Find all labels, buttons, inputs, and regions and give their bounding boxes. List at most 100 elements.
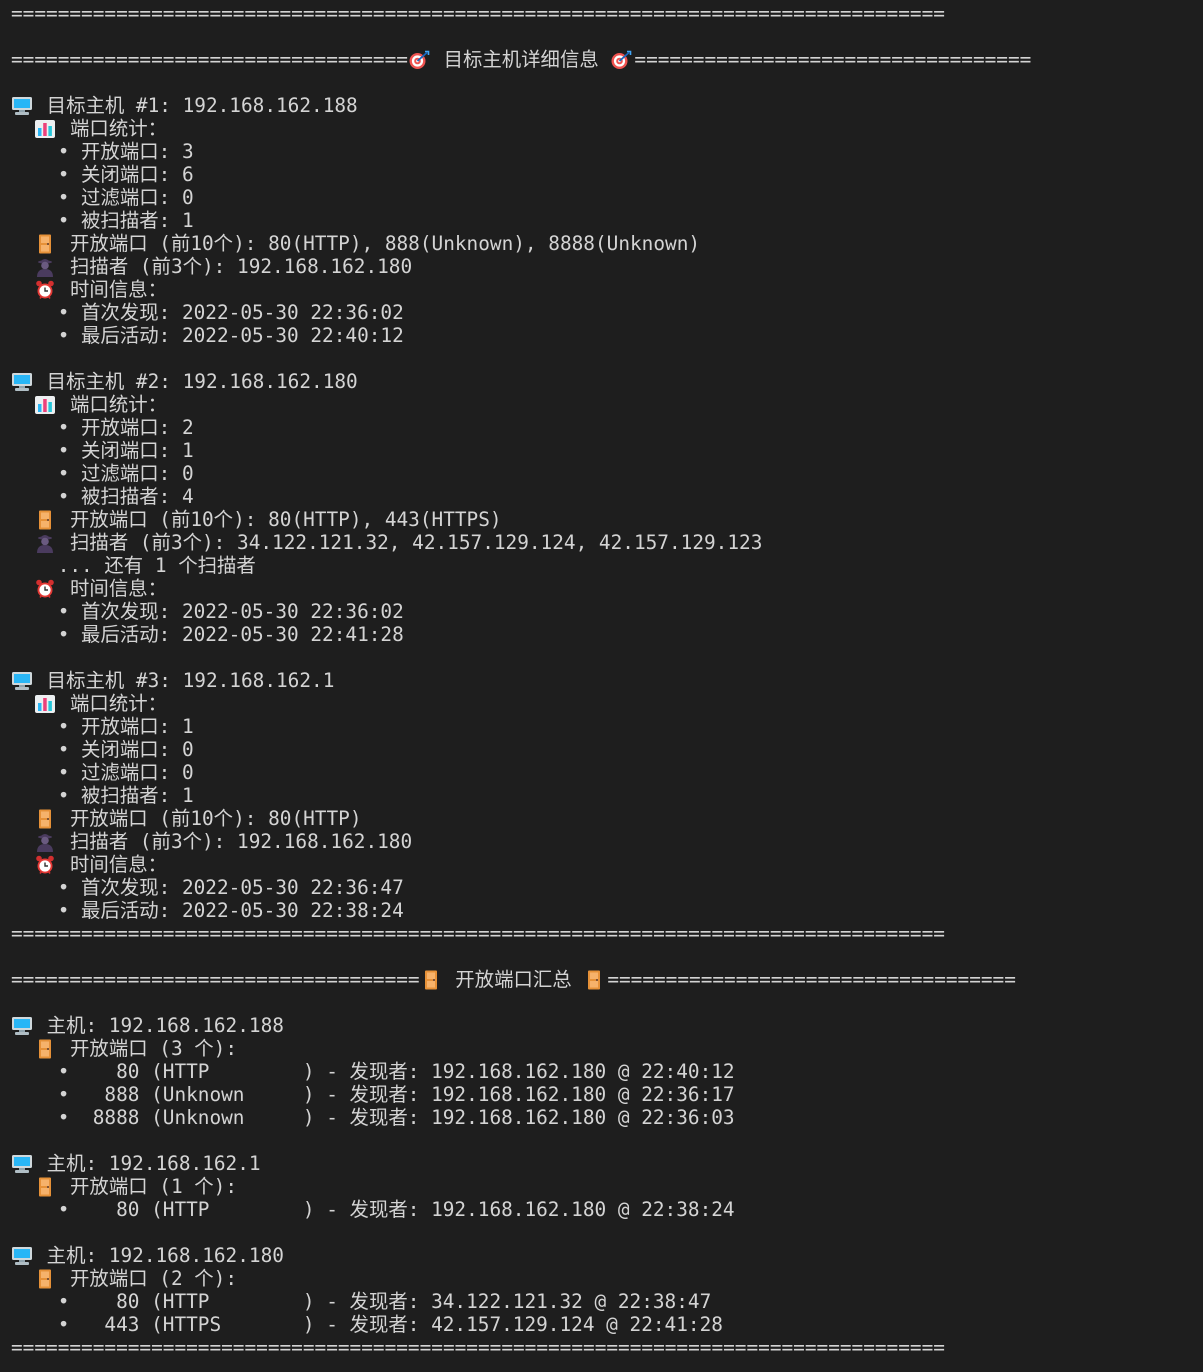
terminal-line: 端口统计： [11, 692, 1191, 715]
line-text: 扫描者 (前3个): 192.168.162.180 [58, 255, 413, 278]
computer-icon [11, 1246, 35, 1266]
line-text: 开放端口 (3 个): [58, 1037, 238, 1060]
line-text: 时间信息： [58, 577, 167, 600]
terminal-line: 开放端口 (2 个): [11, 1267, 1191, 1290]
door-icon [34, 1177, 58, 1197]
terminal-line: 目标主机 #1: 192.168.162.188 [11, 94, 1191, 117]
bar-chart-icon [34, 119, 58, 139]
door-icon [34, 1269, 58, 1289]
line-text: • 8888 (Unknown ) - 发现者: 192.168.162.180… [11, 1106, 735, 1129]
line-text: • 开放端口: 2 [11, 416, 194, 439]
line-text: • 80 (HTTP ) - 发现者: 34.122.121.32 @ 22:3… [11, 1290, 712, 1313]
terminal-line: • 关闭端口: 6 [11, 163, 1191, 186]
line-text: • 被扫描者: 1 [11, 209, 194, 232]
line-text [11, 531, 34, 554]
terminal-line: • 80 (HTTP ) - 发现者: 34.122.121.32 @ 22:3… [11, 1290, 1191, 1313]
terminal-line: • 首次发现: 2022-05-30 22:36:02 [11, 301, 1191, 324]
terminal-line: • 888 (Unknown ) - 发现者: 192.168.162.180 … [11, 1083, 1191, 1106]
line-text: 端口统计： [58, 393, 167, 416]
target-icon [408, 50, 432, 70]
terminal-line: • 被扫描者: 1 [11, 209, 1191, 232]
line-text [11, 278, 34, 301]
terminal-line: ========================================… [11, 922, 1191, 945]
line-text [11, 393, 34, 416]
terminal-line: 时间信息： [11, 577, 1191, 600]
alarm-clock-icon [34, 579, 58, 599]
line-text: 开放端口 (1 个): [58, 1175, 238, 1198]
line-text [11, 117, 34, 140]
line-text: • 过滤端口: 0 [11, 186, 194, 209]
terminal-line: 扫描者 (前3个): 34.122.121.32, 42.157.129.124… [11, 531, 1191, 554]
line-text: 主机: 192.168.162.188 [35, 1014, 284, 1037]
terminal-line: 主机: 192.168.162.1 [11, 1152, 1191, 1175]
terminal-output: ========================================… [11, 2, 1191, 1359]
line-text: 开放端口 (2 个): [58, 1267, 238, 1290]
computer-icon [11, 1154, 35, 1174]
line-text [11, 1175, 34, 1198]
terminal-line: • 过滤端口: 0 [11, 462, 1191, 485]
line-text [11, 1037, 34, 1060]
line-text: • 最后活动: 2022-05-30 22:38:24 [11, 899, 404, 922]
terminal-line: • 关闭端口: 1 [11, 439, 1191, 462]
line-text: ================================== [11, 48, 408, 71]
bar-chart-icon [34, 694, 58, 714]
spy-icon [34, 832, 58, 852]
line-text: 扫描者 (前3个): 34.122.121.32, 42.157.129.124… [58, 531, 763, 554]
line-text: 时间信息： [58, 278, 167, 301]
line-text: • 首次发现: 2022-05-30 22:36:02 [11, 600, 404, 623]
terminal-line: • 过滤端口: 0 [11, 761, 1191, 784]
terminal-line: • 开放端口: 3 [11, 140, 1191, 163]
terminal-line: 端口统计： [11, 393, 1191, 416]
door-icon [34, 234, 58, 254]
line-text: 端口统计： [58, 117, 167, 140]
line-text: • 被扫描者: 1 [11, 784, 194, 807]
line-text [11, 692, 34, 715]
terminal-line: 开放端口 (3 个): [11, 1037, 1191, 1060]
terminal-line: ========================================… [11, 1336, 1191, 1359]
line-text: 目标主机 #2: 192.168.162.180 [35, 370, 358, 393]
line-text [11, 853, 34, 876]
line-text: 时间信息： [58, 853, 167, 876]
computer-icon [11, 372, 35, 392]
spy-icon [34, 257, 58, 277]
terminal-line: • 80 (HTTP ) - 发现者: 192.168.162.180 @ 22… [11, 1060, 1191, 1083]
line-text: • 首次发现: 2022-05-30 22:36:47 [11, 876, 404, 899]
terminal-line: • 80 (HTTP ) - 发现者: 192.168.162.180 @ 22… [11, 1198, 1191, 1221]
terminal-line: 扫描者 (前3个): 192.168.162.180 [11, 255, 1191, 278]
line-text: • 关闭端口: 0 [11, 738, 194, 761]
alarm-clock-icon [34, 855, 58, 875]
line-text [11, 830, 34, 853]
alarm-clock-icon [34, 280, 58, 300]
terminal-line: 目标主机 #3: 192.168.162.1 [11, 669, 1191, 692]
terminal-line: 时间信息： [11, 853, 1191, 876]
terminal-line: =================================== 开放端口… [11, 968, 1191, 991]
line-text: 开放端口 (前10个): 80(HTTP), 888(Unknown), 888… [58, 232, 701, 255]
line-text: 目标主机 #3: 192.168.162.1 [35, 669, 335, 692]
line-text: 目标主机详细信息 [431, 48, 611, 71]
line-text [11, 577, 34, 600]
door-icon [34, 510, 58, 530]
terminal-line: 主机: 192.168.162.180 [11, 1244, 1191, 1267]
terminal-line: 目标主机 #2: 192.168.162.180 [11, 370, 1191, 393]
line-text: • 80 (HTTP ) - 发现者: 192.168.162.180 @ 22… [11, 1198, 735, 1221]
line-text: • 首次发现: 2022-05-30 22:36:02 [11, 301, 404, 324]
terminal-line: 开放端口 (前10个): 80(HTTP), 443(HTTPS) [11, 508, 1191, 531]
line-text: 目标主机 #1: 192.168.162.188 [35, 94, 358, 117]
computer-icon [11, 671, 35, 691]
terminal-line: ========================================… [11, 2, 1191, 25]
door-icon [583, 970, 607, 990]
line-text: ... 还有 1 个扫描者 [11, 554, 256, 577]
computer-icon [11, 1016, 35, 1036]
line-text: 开放端口 (前10个): 80(HTTP), 443(HTTPS) [58, 508, 502, 531]
terminal-line: • 最后活动: 2022-05-30 22:38:24 [11, 899, 1191, 922]
line-text: • 开放端口: 1 [11, 715, 194, 738]
line-text: =================================== [11, 968, 420, 991]
terminal-line: • 最后活动: 2022-05-30 22:41:28 [11, 623, 1191, 646]
terminal-line: • 被扫描者: 1 [11, 784, 1191, 807]
line-text: • 443 (HTTPS ) - 发现者: 42.157.129.124 @ 2… [11, 1313, 723, 1336]
line-text: 开放端口汇总 [443, 968, 584, 991]
line-text [11, 232, 34, 255]
